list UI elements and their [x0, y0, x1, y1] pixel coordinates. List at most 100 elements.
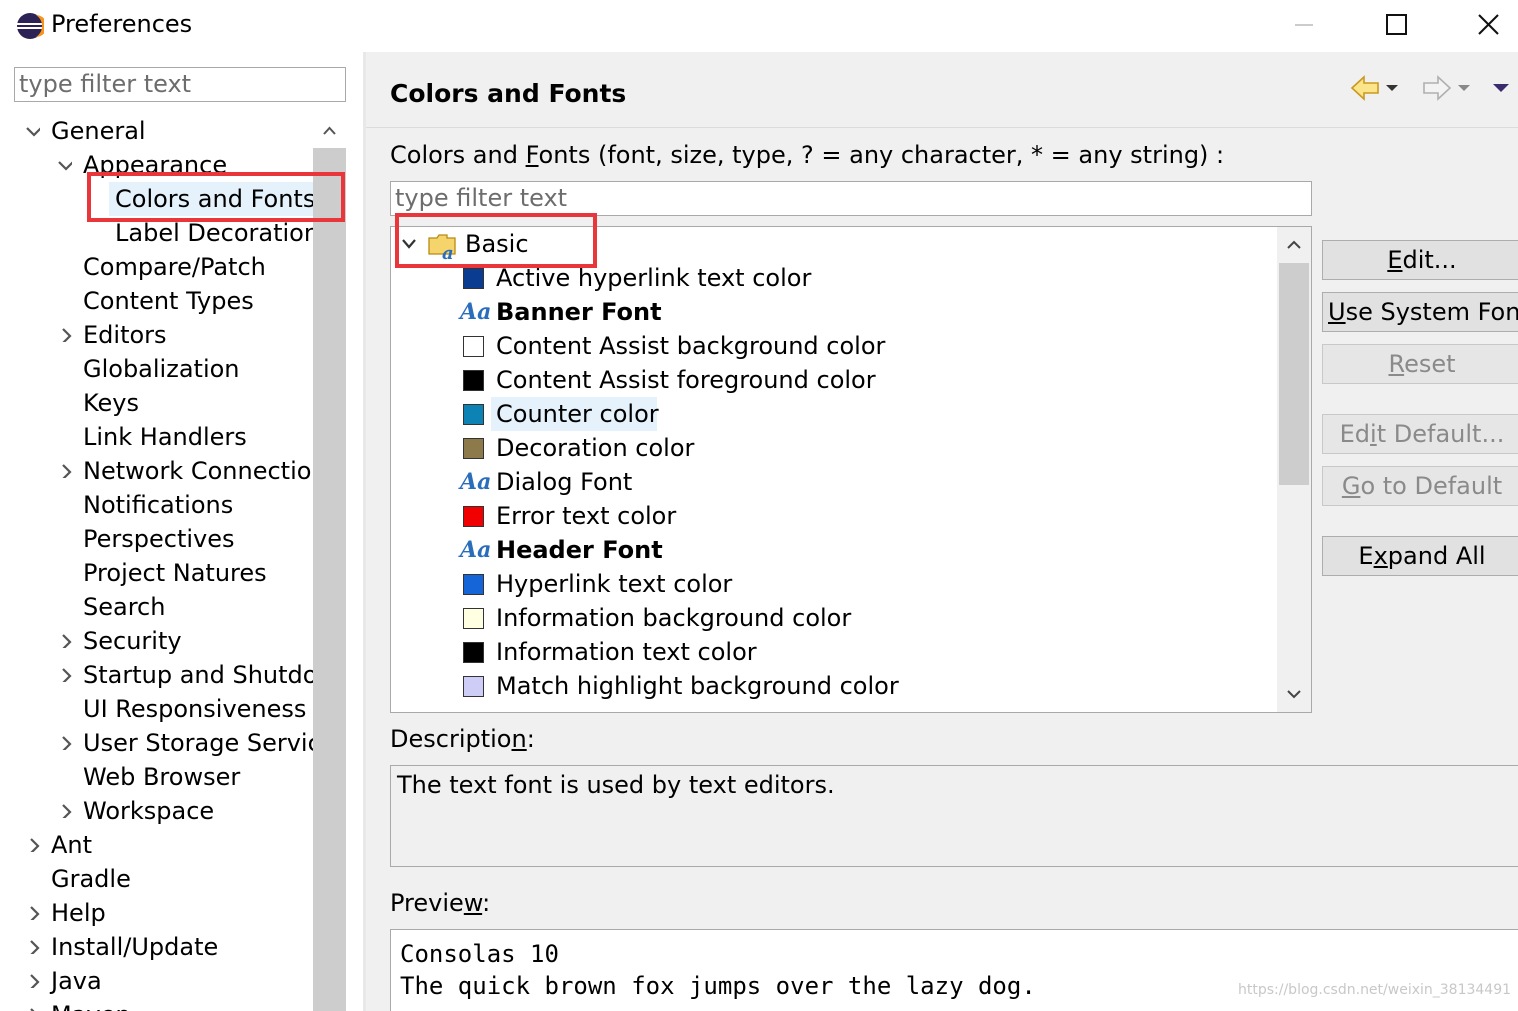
chevron-right-icon[interactable]	[26, 940, 40, 954]
item-label: Dialog Font	[496, 468, 633, 496]
chevron-right-icon[interactable]	[26, 838, 40, 852]
tree-item[interactable]: Workspace	[0, 794, 313, 828]
item-label: Content Assist foreground color	[496, 366, 876, 394]
color-swatch-icon	[463, 370, 484, 391]
tree-item[interactable]: Gradle	[0, 862, 313, 896]
scroll-thumb[interactable]	[1279, 263, 1309, 485]
edit-button[interactable]: Edit...	[1322, 240, 1518, 280]
tree-item-label: Search	[83, 593, 166, 621]
chevron-right-icon[interactable]	[58, 634, 72, 648]
tree-item[interactable]: Ant	[0, 828, 313, 862]
tree-item-label: Network Connections	[83, 457, 313, 485]
item-label: Match highlight background color	[496, 672, 899, 700]
chevron-down-icon[interactable]	[58, 158, 72, 172]
tree-item-label: Gradle	[51, 865, 131, 893]
tree-item[interactable]: Install/Update	[0, 930, 313, 964]
color-item[interactable]: Hyperlink text color	[391, 567, 1271, 601]
tree-item[interactable]: Keys	[0, 386, 313, 420]
tree-item[interactable]: UI Responsiveness Monitoring	[0, 692, 313, 726]
tree-item[interactable]: Maven	[0, 998, 313, 1011]
window-title: Preferences	[51, 10, 193, 38]
right-pane: Colors and Fonts Colors and Fonts (font,…	[366, 52, 1518, 1011]
item-label: Error text color	[496, 502, 677, 530]
tree-item-label: UI Responsiveness Monitoring	[83, 695, 313, 723]
tree-item[interactable]: Security	[0, 624, 313, 658]
scroll-up-button[interactable]	[313, 114, 346, 148]
tree-item[interactable]: Globalization	[0, 352, 313, 386]
tree-item[interactable]: Editors	[0, 318, 313, 352]
font-item[interactable]: Aa Banner Font	[391, 295, 1271, 329]
tree-item-label: User Storage Service	[83, 729, 313, 757]
tree-item[interactable]: Notifications	[0, 488, 313, 522]
font-icon: Aa	[460, 299, 492, 325]
color-swatch-icon	[463, 608, 484, 629]
color-item[interactable]: Content Assist background color	[391, 329, 1271, 363]
reset-button[interactable]: Reset	[1322, 344, 1518, 384]
tree-item[interactable]: Search	[0, 590, 313, 624]
color-item[interactable]: Counter color	[391, 397, 1271, 431]
chevron-right-icon[interactable]	[58, 668, 72, 682]
maximize-icon[interactable]	[1376, 8, 1416, 42]
navigation-toolbar	[1350, 75, 1509, 101]
item-label: Information text color	[496, 638, 757, 666]
tree-item[interactable]: General	[0, 114, 313, 148]
tree-item-label: Web Browser	[83, 763, 241, 791]
tree-item[interactable]: Network Connections	[0, 454, 313, 488]
color-item[interactable]: Error text color	[391, 499, 1271, 533]
chevron-right-icon[interactable]	[58, 464, 72, 478]
preview-box: Consolas 10 The quick brown fox jumps ove…	[390, 929, 1518, 1011]
forward-arrow-icon[interactable]	[1423, 75, 1452, 101]
edit-default-button[interactable]: Edit Default...	[1322, 414, 1518, 454]
tree-item-label: Install/Update	[51, 933, 219, 961]
tree-item[interactable]: Project Natures	[0, 556, 313, 590]
chevron-right-icon[interactable]	[26, 906, 40, 920]
chevron-right-icon[interactable]	[58, 804, 72, 818]
tree-item[interactable]: Content Types	[0, 284, 313, 318]
color-item[interactable]: Content Assist foreground color	[391, 363, 1271, 397]
colors-fonts-tree[interactable]: a Basic Active hyperlink text color Aa Ban…	[390, 226, 1312, 713]
color-item[interactable]: Information background color	[391, 601, 1271, 635]
tree-item-label: Notifications	[83, 491, 234, 519]
left-filter-input[interactable]: type filter text	[14, 67, 346, 102]
font-item[interactable]: Aa Header Font	[391, 533, 1271, 567]
chevron-right-icon[interactable]	[26, 974, 40, 988]
tree-item[interactable]: Help	[0, 896, 313, 930]
close-icon[interactable]	[1468, 8, 1508, 42]
font-filter-input[interactable]: type filter text	[390, 181, 1312, 216]
chevron-down-icon[interactable]	[26, 124, 40, 138]
tree-item[interactable]: Java	[0, 964, 313, 998]
tree-item[interactable]: Perspectives	[0, 522, 313, 556]
left-scrollbar[interactable]	[313, 114, 346, 1011]
tree-item-label: Security	[83, 627, 182, 655]
forward-dropdown-icon[interactable]	[1458, 85, 1470, 91]
tree-item[interactable]: Startup and Shutdown	[0, 658, 313, 692]
use-system-font-button[interactable]: Use System Font	[1322, 292, 1518, 332]
view-menu-icon[interactable]	[1493, 84, 1509, 92]
chevron-down-icon[interactable]	[1277, 678, 1311, 712]
preferences-tree[interactable]: General Appearance Colors and Fonts Label D…	[0, 114, 313, 1011]
expand-all-button[interactable]: Expand All	[1322, 536, 1518, 576]
tree-scrollbar[interactable]	[1277, 227, 1311, 712]
tree-item[interactable]: Web Browser	[0, 760, 313, 794]
color-item[interactable]: Match highlight background color	[391, 669, 1271, 703]
color-swatch-icon	[463, 642, 484, 663]
color-item[interactable]: Decoration color	[391, 431, 1271, 465]
chevron-right-icon[interactable]	[58, 328, 72, 342]
font-icon: Aa	[460, 469, 492, 495]
page-header: Colors and Fonts	[366, 52, 1518, 128]
back-arrow-icon[interactable]	[1350, 75, 1379, 101]
go-to-default-button[interactable]: Go to Default	[1322, 466, 1518, 506]
tree-item[interactable]: User Storage Service	[0, 726, 313, 760]
minimize-icon[interactable]	[1284, 8, 1324, 42]
color-swatch-icon	[463, 438, 484, 459]
color-item[interactable]: Information text color	[391, 635, 1271, 669]
chevron-right-icon[interactable]	[58, 736, 72, 750]
chevron-up-icon[interactable]	[1277, 227, 1311, 261]
font-item[interactable]: Aa Dialog Font	[391, 465, 1271, 499]
back-dropdown-icon[interactable]	[1386, 85, 1398, 91]
color-swatch-icon	[463, 268, 484, 289]
scroll-thumb[interactable]	[313, 148, 346, 1011]
tree-item[interactable]: Link Handlers	[0, 420, 313, 454]
tree-item[interactable]: Compare/Patch	[0, 250, 313, 284]
preview-label: Preview:	[390, 889, 491, 917]
